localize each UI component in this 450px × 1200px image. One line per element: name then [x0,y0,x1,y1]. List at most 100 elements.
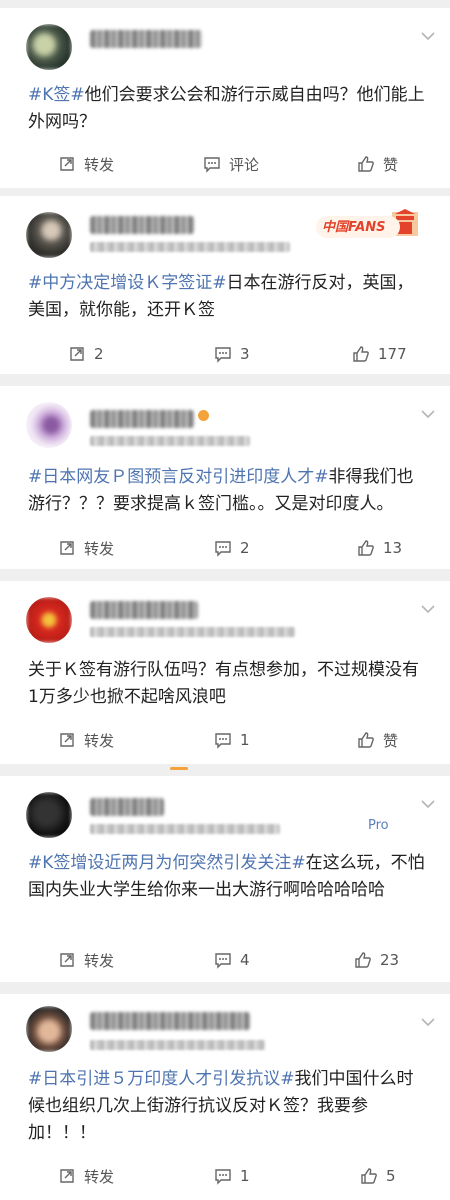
comment-count: 1 [240,1167,250,1185]
post-meta [90,824,280,834]
post-text: #日本网友Ｐ图预言反对引进印度人才#非得我们也游行？？？要求提高ｋ签门槛。。又是… [28,464,428,518]
post-text: #K签#他们会要求公会和游行示威自由吗？他们能上外网吗？ [28,82,428,136]
post-meta [90,242,290,252]
comment-count: 3 [240,345,250,363]
like-button[interactable]: 13 [357,536,402,560]
comment-count: 1 [240,731,250,749]
post-card: 关于Ｋ签有游行队伍吗？有点想参加，不过规模没有1万多少也掀不起啥风浪吧 转发 1… [0,581,450,764]
avatar[interactable] [26,212,72,258]
comment-button[interactable]: 2 [214,536,250,560]
post-card: Pro #K签增设近两月为何突然引发关注#在这么玩，不怕国内失业大学生给你来一出… [0,776,450,982]
like-button[interactable]: 赞 [357,152,398,176]
repost-icon [60,157,74,171]
post-card: #日本网友Ｐ图预言反对引进印度人才#非得我们也游行？？？要求提高ｋ签门槛。。又是… [0,386,450,569]
like-count: 177 [378,345,407,363]
like-button[interactable]: 赞 [357,728,398,752]
username[interactable] [90,601,198,619]
post-card: #日本引进５万印度人才引发抗议#我们中国什么时候也组织几次上街游行抗议反对Ｋ签？… [0,994,450,1200]
repost-button[interactable]: 转发 [58,948,114,972]
chevron-down-icon[interactable] [420,603,436,615]
comment-icon [215,541,231,557]
action-bar: 转发 1 赞 [0,728,450,752]
repost-button[interactable]: 转发 [58,536,114,560]
like-label: 赞 [383,155,399,174]
avatar[interactable] [26,1006,72,1052]
comment-icon [215,1169,231,1185]
hashtag[interactable]: #日本引进５万印度人才引发抗议# [28,1069,295,1089]
action-bar: 2 3 177 [0,342,450,366]
repost-icon [70,347,84,361]
repost-label: 转发 [84,155,115,174]
comment-count: 4 [240,951,250,969]
chevron-down-icon[interactable] [420,1016,436,1028]
scroll-indicator [170,767,188,770]
post-meta [90,627,295,637]
username[interactable] [90,30,202,48]
repost-icon [60,541,74,555]
hashtag[interactable]: #日本网友Ｐ图预言反对引进印度人才# [28,467,329,487]
thumbs-up-icon [355,952,371,968]
post-text: 关于Ｋ签有游行队伍吗？有点想参加，不过规模没有1万多少也掀不起啥风浪吧 [28,657,428,711]
repost-icon [60,733,74,747]
comment-count: 2 [240,539,250,557]
comment-button[interactable]: 1 [214,728,250,752]
username[interactable] [90,1012,250,1030]
comment-button[interactable]: 1 [214,1164,250,1188]
like-button[interactable]: 23 [354,948,399,972]
repost-button[interactable]: 转发 [58,152,114,176]
username[interactable] [90,410,194,428]
thumbs-up-icon [358,540,374,556]
hashtag[interactable]: #K签# [28,85,85,105]
like-count: 13 [383,539,403,557]
post-body: 关于Ｋ签有游行队伍吗？有点想参加，不过规模没有1万多少也掀不起啥风浪吧 [28,660,419,707]
action-bar: 转发 2 13 [0,536,450,560]
like-button[interactable]: 5 [360,1164,396,1188]
action-bar: 转发 4 23 [0,948,450,972]
thumbs-up-icon [358,156,374,172]
comment-button[interactable]: 4 [214,948,250,972]
thumbs-up-icon [361,1168,377,1184]
username[interactable] [90,798,164,816]
avatar[interactable] [26,792,72,838]
repost-label: 转发 [84,731,115,750]
comment-label: 评论 [229,155,260,174]
repost-label: 转发 [84,539,115,558]
repost-label: 转发 [84,951,115,970]
repost-button[interactable]: 转发 [58,1164,114,1188]
avatar[interactable] [26,24,72,70]
post-meta [90,436,250,446]
avatar[interactable] [26,402,72,448]
hashtag[interactable]: #中方决定增设Ｋ字签证# [28,273,227,293]
comment-icon [204,157,220,173]
fans-badge-text: 中国FANS [322,220,386,235]
comment-icon [215,953,231,969]
post-card: 中国FANS #中方决定增设Ｋ字签证#日本在游行反对，英国，美国，就你能，还开Ｋ… [0,196,450,374]
action-bar: 转发 1 5 [0,1164,450,1188]
post-text: #日本引进５万印度人才引发抗议#我们中国什么时候也组织几次上街游行抗议反对Ｋ签？… [28,1066,428,1147]
post-body: 他们会要求公会和游行示威自由吗？他们能上外网吗？ [28,85,425,132]
like-button[interactable]: 177 [352,342,407,366]
thumbs-up-icon [358,732,374,748]
action-bar: 转发 评论 赞 [0,152,450,176]
username[interactable] [90,216,194,234]
comment-button[interactable]: 评论 [203,152,259,176]
like-label: 赞 [383,731,399,750]
pro-badge: Pro [368,818,389,833]
comment-button[interactable]: 3 [214,342,250,366]
chevron-down-icon[interactable] [420,798,436,810]
comment-icon [215,347,231,363]
hashtag[interactable]: #K签增设近两月为何突然引发关注# [28,853,306,873]
like-count: 5 [386,1167,396,1185]
repost-button[interactable]: 2 [68,342,104,366]
repost-icon [60,1169,74,1183]
weibo-feed: #K签#他们会要求公会和游行示威自由吗？他们能上外网吗？ 转发 评论 赞 中国F… [0,0,450,1200]
like-count: 23 [380,951,400,969]
chevron-down-icon[interactable] [420,30,436,42]
repost-count: 2 [94,345,104,363]
repost-label: 转发 [84,1167,115,1186]
chevron-down-icon[interactable] [420,408,436,420]
thumbs-up-icon [353,346,369,362]
post-card: #K签#他们会要求公会和游行示威自由吗？他们能上外网吗？ 转发 评论 赞 [0,8,450,188]
repost-button[interactable]: 转发 [58,728,114,752]
avatar[interactable] [26,597,72,643]
